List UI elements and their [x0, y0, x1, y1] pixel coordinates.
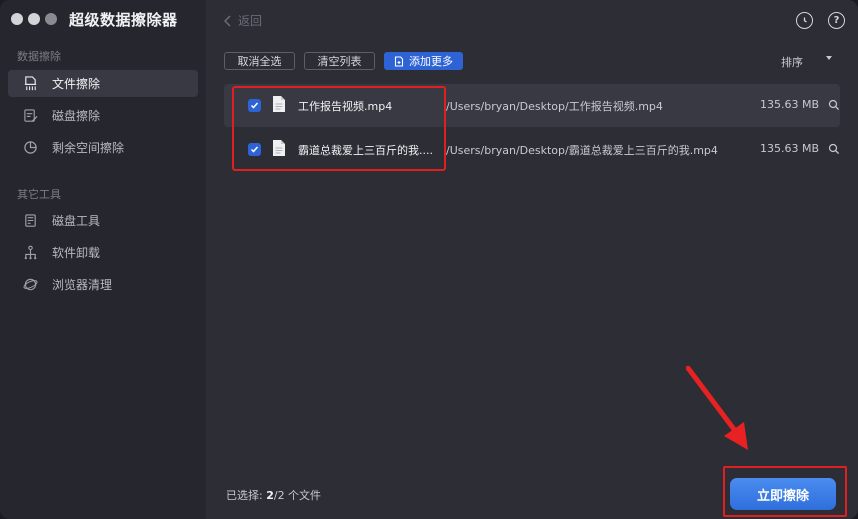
chevron-down-icon[interactable] — [826, 56, 832, 60]
sidebar-item-label: 磁盘工具 — [52, 214, 101, 228]
file-path: /Users/bryan/Desktop/霸道总裁爱上三百斤的我.mp4 — [446, 144, 718, 157]
sidebar-item-label: 浏览器清理 — [52, 278, 113, 292]
erase-now-button[interactable]: 立即擦除 — [730, 478, 836, 510]
selection-status: 已选择: 2/2 个文件 — [226, 487, 321, 503]
annotation-arrow-icon — [686, 366, 748, 450]
add-more-label: 添加更多 — [409, 55, 453, 68]
disk-erase-icon — [22, 108, 38, 124]
minimize-window-button[interactable] — [28, 13, 40, 25]
back-button[interactable]: 返回 — [224, 12, 262, 29]
file-row[interactable]: 霸道总裁爱上三百斤的我.... /Users/bryan/Desktop/霸道总… — [224, 128, 840, 171]
sort-dropdown[interactable]: 排序 — [781, 54, 803, 70]
window-controls — [11, 13, 57, 25]
status-count: 2 — [266, 489, 274, 502]
sidebar-item-label: 文件擦除 — [52, 77, 101, 91]
sidebar-item-disk-erase[interactable]: 磁盘擦除 — [8, 102, 198, 129]
document-icon — [273, 96, 285, 112]
status-prefix: 已选择: — [226, 489, 267, 502]
file-shred-icon — [22, 76, 38, 92]
sidebar-item-disk-tools[interactable]: 磁盘工具 — [8, 207, 198, 234]
file-path: /Users/bryan/Desktop/工作报告视频.mp4 — [446, 100, 663, 113]
clear-list-button[interactable]: 清空列表 — [304, 52, 375, 70]
back-label: 返回 — [238, 14, 263, 28]
file-size: 135.63 MB — [760, 142, 820, 155]
sidebar-item-uninstall[interactable]: 软件卸载 — [8, 239, 198, 266]
sidebar-item-free-space-erase[interactable]: 剩余空间擦除 — [8, 134, 198, 161]
app-title: 超级数据擦除器 — [69, 11, 178, 29]
close-window-button[interactable] — [11, 13, 23, 25]
document-icon — [273, 140, 285, 156]
sidebar-item-browser-clean[interactable]: 浏览器清理 — [8, 271, 198, 298]
file-name: 霸道总裁爱上三百斤的我.... — [298, 144, 433, 157]
file-list: 工作报告视频.mp4 /Users/bryan/Desktop/工作报告视频.m… — [224, 84, 840, 171]
status-suffix: /2 个文件 — [273, 489, 322, 502]
sidebar: 超级数据擦除器 数据擦除 文件擦除 磁盘擦除 剩余空间擦除 其它工具 磁盘工具 … — [0, 0, 206, 519]
main-panel: 返回 ? 取消全选 清空列表 添加更多 排序 工作报告视频.mp4 /Users… — [206, 0, 858, 519]
add-more-button[interactable]: 添加更多 — [384, 52, 463, 70]
browser-clean-icon — [22, 277, 38, 293]
add-file-icon — [394, 55, 404, 67]
chevron-left-icon — [224, 14, 231, 27]
pie-chart-icon — [22, 140, 38, 156]
app-window: 超级数据擦除器 数据擦除 文件擦除 磁盘擦除 剩余空间擦除 其它工具 磁盘工具 … — [0, 0, 858, 519]
search-icon[interactable] — [828, 99, 840, 111]
sidebar-item-label: 磁盘擦除 — [52, 109, 101, 123]
deselect-all-button[interactable]: 取消全选 — [224, 52, 295, 70]
uninstall-icon — [22, 245, 38, 261]
file-checkbox[interactable] — [248, 143, 261, 156]
section-label-data-erase: 数据擦除 — [17, 50, 61, 63]
section-label-other-tools: 其它工具 — [17, 188, 61, 201]
sidebar-item-label: 剩余空间擦除 — [52, 141, 125, 155]
disk-tool-icon — [22, 213, 38, 229]
file-size: 135.63 MB — [760, 98, 820, 111]
help-icon[interactable]: ? — [828, 12, 845, 29]
sidebar-item-label: 软件卸载 — [52, 246, 101, 260]
file-checkbox[interactable] — [248, 99, 261, 112]
zoom-window-button[interactable] — [45, 13, 57, 25]
sidebar-item-file-erase[interactable]: 文件擦除 — [8, 70, 198, 97]
file-name: 工作报告视频.mp4 — [298, 100, 393, 113]
search-icon[interactable] — [828, 143, 840, 155]
file-row[interactable]: 工作报告视频.mp4 /Users/bryan/Desktop/工作报告视频.m… — [224, 84, 840, 127]
history-icon[interactable] — [796, 12, 813, 29]
